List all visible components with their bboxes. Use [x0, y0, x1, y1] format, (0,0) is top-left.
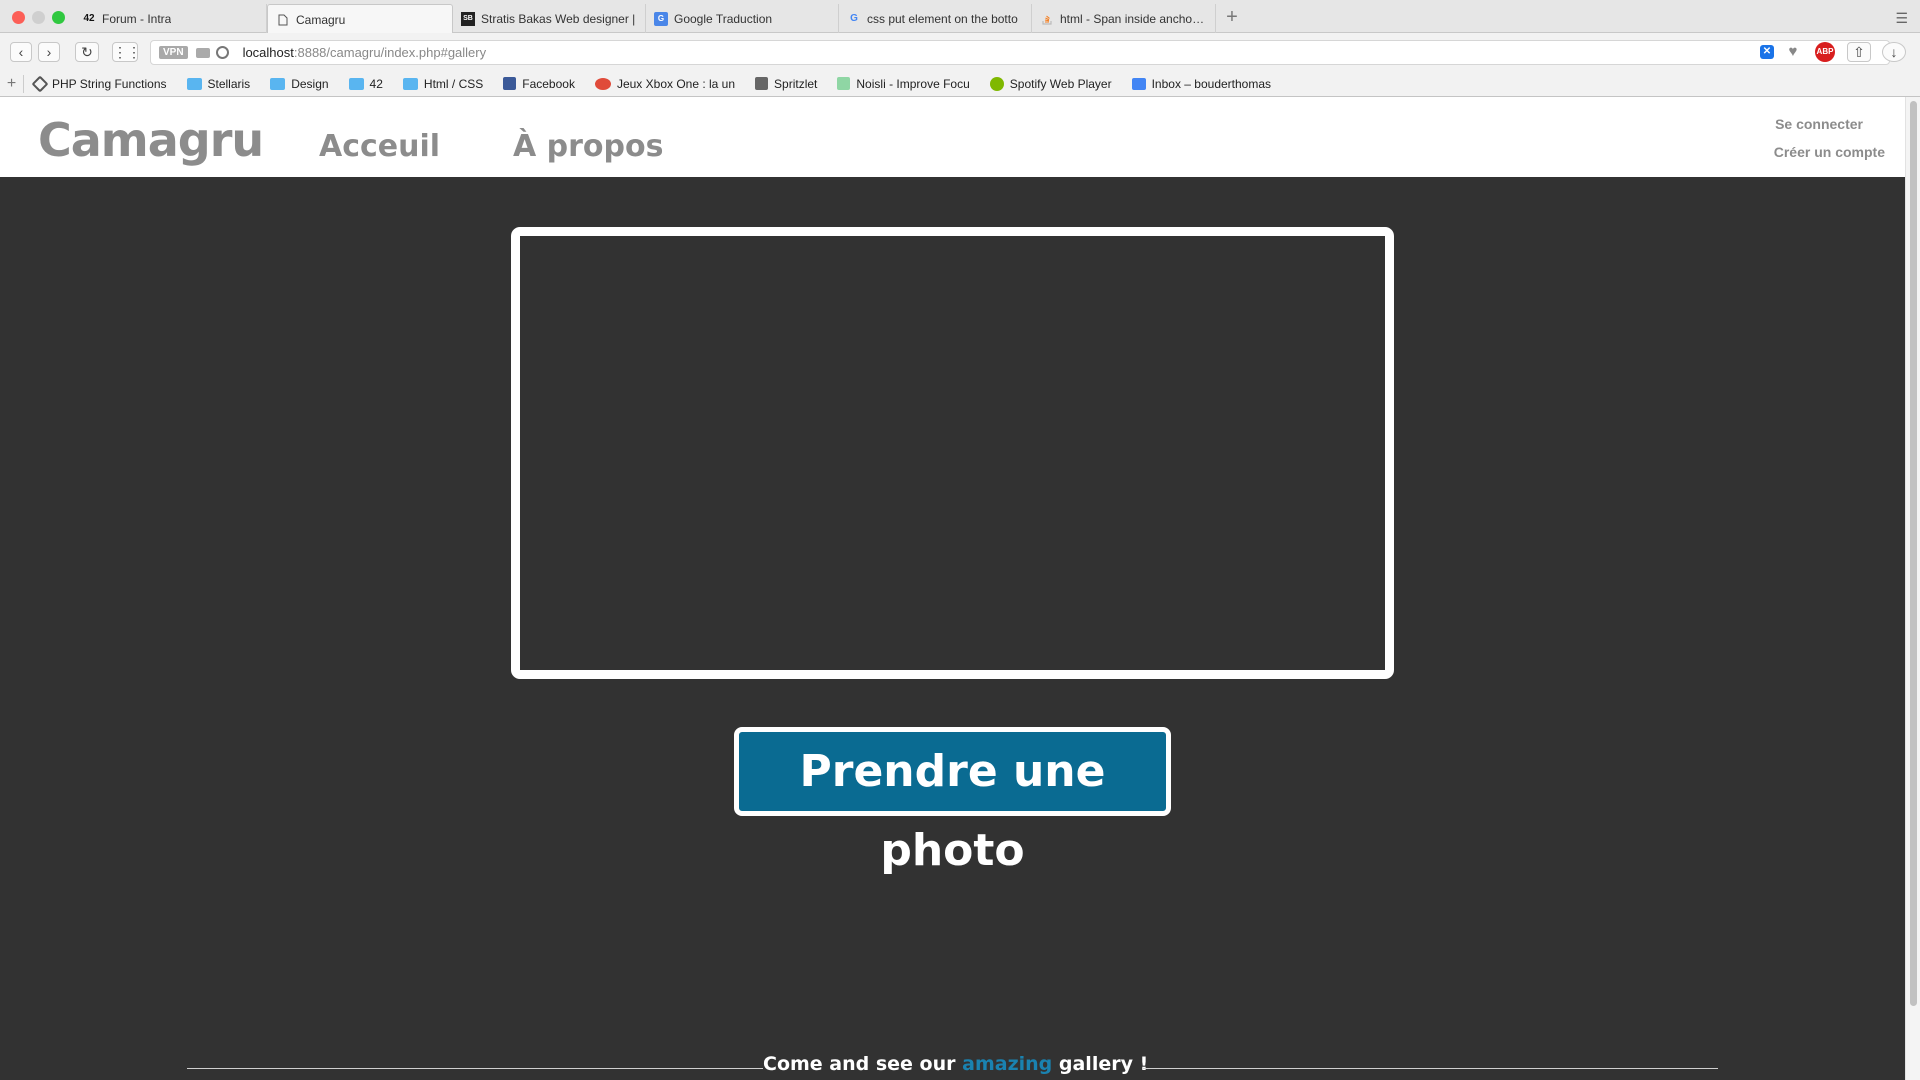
page-scrollbar[interactable] [1905, 97, 1920, 1080]
address-bar[interactable]: VPN localhost:8888/camagru/index.php#gal… [150, 40, 1890, 65]
bookmark-facebook[interactable]: Facebook [503, 77, 575, 91]
back-button[interactable]: ‹ [10, 42, 32, 62]
gallery-banner: Come and see our amazing gallery ! [763, 1053, 1149, 1075]
speed-dial-icon[interactable]: ⋮⋮ [112, 42, 141, 62]
folder-icon [402, 77, 418, 90]
page-icon [276, 13, 290, 27]
star-icon [755, 77, 769, 90]
divider-left [187, 1068, 763, 1069]
login-link[interactable]: Se connecter [1775, 116, 1863, 132]
noisli-icon [837, 77, 851, 90]
bookmark-jeux-xbox-one[interactable]: Jeux Xbox One : la un [594, 77, 735, 91]
bookmark-design[interactable]: Design [270, 77, 329, 91]
page-viewport: Camagru Acceuil À propos Se connecter Cr… [0, 97, 1905, 1080]
site-logo[interactable]: Camagru [38, 113, 264, 167]
download-icon[interactable]: ↓ [1882, 42, 1906, 62]
tab-html-span-anchor[interactable]: html - Span inside anchor or [1032, 4, 1216, 33]
site-header: Camagru Acceuil À propos Se connecter Cr… [0, 97, 1905, 177]
facebook-icon [503, 77, 517, 90]
nav-link-home[interactable]: Acceuil [319, 129, 440, 164]
bookmark-spotify-web-player[interactable]: Spotify Web Player [989, 76, 1112, 91]
sb-logo-icon: SB [461, 11, 475, 26]
google-icon: G [850, 13, 858, 24]
stackoverflow-icon [1040, 12, 1054, 26]
new-tab-button[interactable]: + [1222, 4, 1242, 30]
gallery-banner-accent: amazing [962, 1053, 1053, 1075]
heart-icon[interactable]: ♥ [1783, 42, 1803, 62]
reload-icon[interactable]: ↻ [75, 42, 99, 62]
minimize-window-button[interactable] [32, 11, 45, 24]
spotify-icon [989, 76, 1004, 91]
add-bookmark-icon[interactable]: + [0, 74, 24, 93]
close-window-button[interactable] [12, 11, 25, 24]
adblock-plus-icon[interactable]: ABP [1815, 42, 1835, 62]
folder-icon [270, 77, 286, 90]
bookmark-spritzlet[interactable]: Spritzlet [755, 77, 817, 91]
divider-right [1142, 1068, 1718, 1069]
scrollbar-thumb[interactable] [1910, 101, 1917, 1006]
camera-icon [195, 47, 210, 58]
tab-forum-intra[interactable]: 42 Forum - Intra [74, 4, 267, 33]
bookmark-noisli[interactable]: Noisli - Improve Focu [837, 77, 970, 91]
zoom-window-button[interactable] [52, 11, 65, 24]
bookmark-stellaris[interactable]: Stellaris [186, 77, 250, 91]
signup-link[interactable]: Créer un compte [1774, 144, 1885, 160]
bookmark-42[interactable]: 42 [348, 77, 383, 91]
webcam-preview [511, 227, 1394, 679]
url-text[interactable]: localhost:8888/camagru/index.php#gallery [243, 45, 487, 60]
globe-icon [215, 46, 229, 59]
folder-icon [186, 77, 202, 90]
share-icon[interactable]: ⇧ [1847, 42, 1871, 62]
gamepad-icon [594, 77, 611, 90]
folder-icon [348, 77, 364, 90]
forward-button[interactable]: › [38, 42, 60, 62]
bookmarks-bar: + PHP String Functions Stellaris Design … [0, 71, 1920, 97]
bookmark-html-css[interactable]: Html / CSS [402, 77, 483, 91]
shield-extension-icon[interactable]: ✕ [1760, 45, 1774, 59]
php-icon [31, 75, 49, 92]
tab-css-put-element[interactable]: G css put element on the botto [839, 4, 1032, 33]
browser-toolbar: ‹ › ↻ ⋮⋮ VPN localhost:8888/camagru/inde… [0, 33, 1920, 71]
tab-google-traduction[interactable]: G Google Traduction [646, 4, 839, 33]
bookmark-inbox[interactable]: Inbox – bouderthomas [1131, 77, 1271, 91]
42-logo-icon: 42 [83, 13, 95, 24]
tab-stratis-bakas[interactable]: SB Stratis Bakas Web designer | [453, 4, 646, 33]
vpn-badge[interactable]: VPN [159, 46, 188, 59]
nav-link-about[interactable]: À propos [513, 129, 663, 164]
take-photo-button[interactable]: Prendre une photo [734, 727, 1171, 876]
bookmark-php-string-functions[interactable]: PHP String Functions [31, 75, 167, 92]
google-translate-icon: G [654, 11, 668, 26]
tab-overview-icon[interactable]: ☰ [1895, 10, 1908, 27]
browser-tab-bar: 42 Forum - Intra Camagru SB Stratis Baka… [0, 0, 1920, 34]
tab-camagru[interactable]: Camagru [267, 4, 453, 34]
inbox-icon [1131, 77, 1146, 90]
